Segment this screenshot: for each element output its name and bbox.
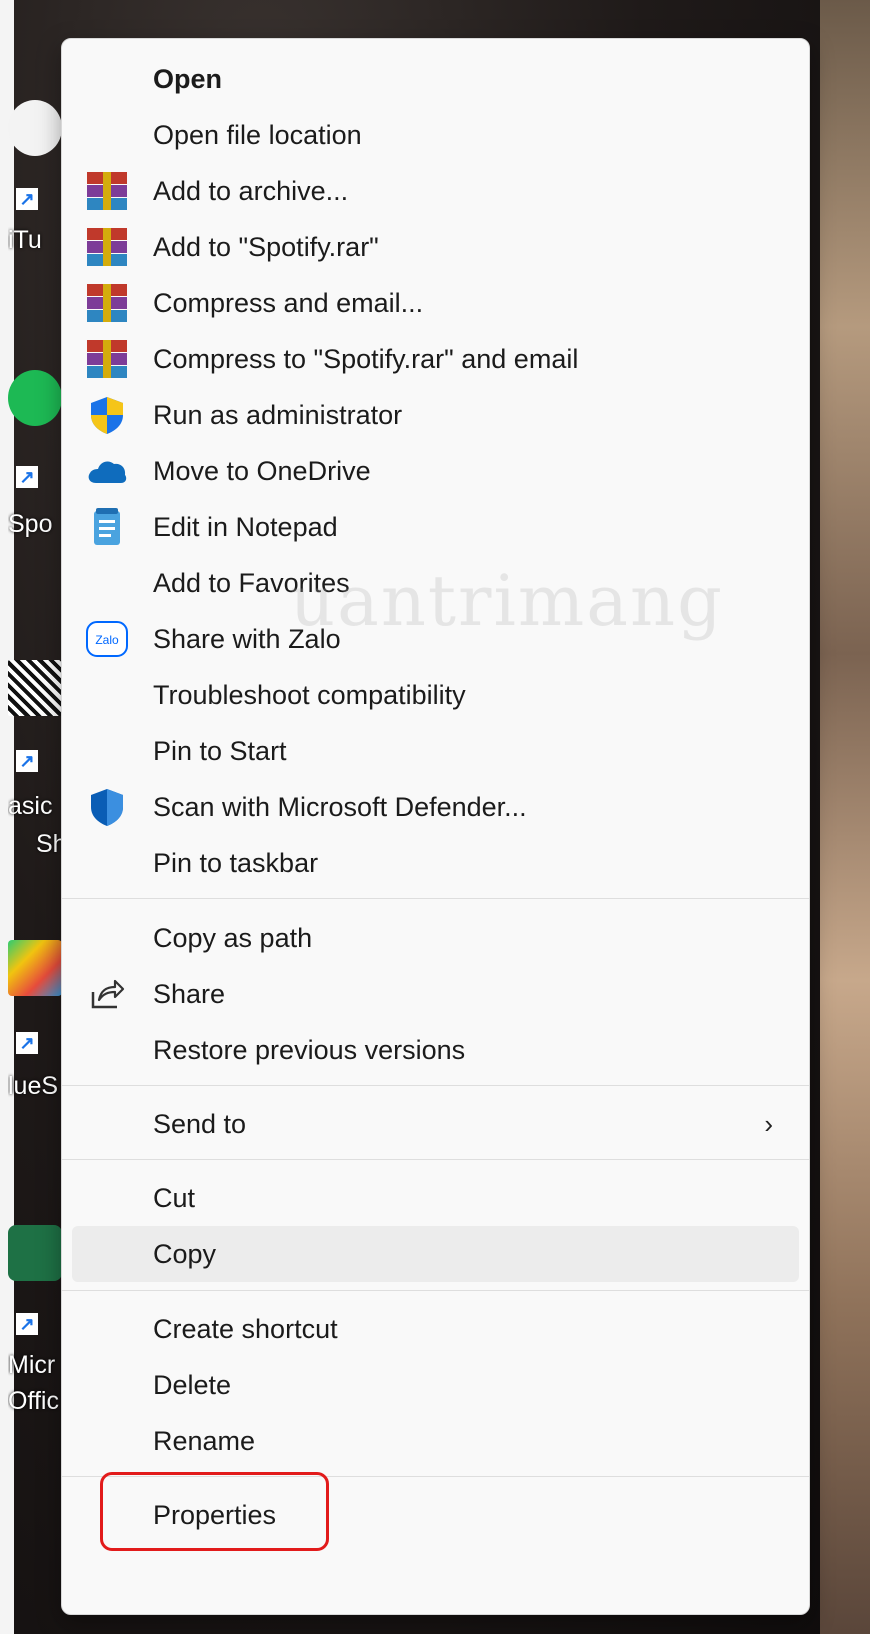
desktop-icon-label: Spo [8, 510, 53, 538]
winrar-icon [86, 282, 128, 324]
menu-item-open[interactable]: Open [72, 53, 799, 105]
properties-highlight-box [100, 1472, 329, 1551]
menu-item-scan-with-defender[interactable]: Scan with Microsoft Defender... [72, 781, 799, 833]
menu-item-add-to-archive[interactable]: Add to archive... [72, 165, 799, 217]
menu-item-edit-in-notepad[interactable]: Edit in Notepad [72, 501, 799, 553]
menu-item-pin-to-start[interactable]: Pin to Start [72, 725, 799, 777]
menu-item-run-as-administrator[interactable]: Run as administrator [72, 389, 799, 441]
desktop-icon-itunes[interactable]: ↗ iTu [8, 100, 64, 254]
menu-item-label: Compress to "Spotify.rar" and email [153, 343, 579, 374]
menu-item-label: Pin to Start [153, 735, 287, 766]
menu-item-create-shortcut[interactable]: Create shortcut [72, 1303, 799, 1355]
menu-item-restore-previous-versions[interactable]: Restore previous versions [72, 1024, 799, 1076]
desktop-wallpaper [820, 0, 870, 1634]
menu-item-cut[interactable]: Cut [72, 1172, 799, 1224]
desktop-icon-label: Micr [8, 1351, 56, 1379]
defender-icon [86, 786, 128, 828]
desktop-icon-spotify[interactable]: ↗ Spo [8, 370, 64, 538]
menu-item-label: Share [153, 978, 226, 1009]
menu-item-label: Troubleshoot compatibility [153, 679, 466, 710]
menu-item-copy[interactable]: Copy [72, 1226, 799, 1282]
menu-item-label: Edit in Notepad [153, 511, 338, 542]
menu-separator [62, 1290, 809, 1291]
menu-item-troubleshoot-compatibility[interactable]: Troubleshoot compatibility [72, 669, 799, 721]
spotify-icon [8, 370, 62, 426]
menu-item-rename[interactable]: Rename [72, 1415, 799, 1467]
menu-item-pin-to-taskbar[interactable]: Pin to taskbar [72, 837, 799, 889]
menu-item-label: Rename [153, 1425, 256, 1456]
menu-item-label: Send to [153, 1108, 247, 1139]
menu-item-label: Pin to taskbar [153, 847, 319, 878]
shortcut-arrow-icon: ↗ [16, 750, 38, 772]
svg-text:Zalo: Zalo [95, 633, 119, 647]
onedrive-icon [86, 450, 128, 492]
menu-separator [62, 1159, 809, 1160]
shortcut-arrow-icon: ↗ [16, 188, 38, 210]
menu-item-label: Delete [153, 1369, 232, 1400]
menu-item-label: Run as administrator [153, 399, 403, 430]
menu-item-label: Add to "Spotify.rar" [153, 231, 379, 262]
menu-item-label: Cut [153, 1182, 196, 1213]
menu-separator [62, 898, 809, 899]
desktop-icon-excel[interactable]: ↗ Micr Offic [8, 1225, 64, 1415]
menu-item-label: Scan with Microsoft Defender... [153, 791, 527, 822]
shortcut-arrow-icon: ↗ [16, 1313, 38, 1335]
share-icon [86, 973, 128, 1015]
qr-app-icon [8, 660, 62, 716]
menu-separator [62, 1085, 809, 1086]
winrar-icon [86, 338, 128, 380]
bluestacks-icon [8, 940, 62, 996]
winrar-icon [86, 226, 128, 268]
menu-item-label: Compress and email... [153, 287, 424, 318]
desktop-icon-qr[interactable]: ↗ asic Sh [8, 660, 67, 858]
menu-item-label: Open file location [153, 119, 362, 150]
menu-item-delete[interactable]: Delete [72, 1359, 799, 1411]
chevron-right-icon: › [764, 1108, 773, 1139]
menu-item-label: Open [153, 63, 223, 94]
menu-item-open-file-location[interactable]: Open file location [72, 109, 799, 161]
shortcut-arrow-icon: ↗ [16, 466, 38, 488]
menu-item-label: Add to archive... [153, 175, 349, 206]
desktop-icon-label: iTu [8, 226, 42, 254]
menu-item-add-to-spotify-rar[interactable]: Add to "Spotify.rar" [72, 221, 799, 273]
zalo-icon: Zalo [86, 618, 128, 660]
desktop-icon-label: lueS [8, 1072, 59, 1100]
menu-item-label: Move to OneDrive [153, 455, 371, 486]
desktop-icon-bluestacks[interactable]: ↗ lueS [8, 940, 64, 1100]
menu-item-copy-as-path[interactable]: Copy as path [72, 912, 799, 964]
menu-item-label: Copy [153, 1238, 217, 1269]
itunes-icon [8, 100, 62, 156]
menu-item-label: Copy as path [153, 922, 313, 953]
menu-item-share[interactable]: Share [72, 968, 799, 1020]
menu-item-label: Create shortcut [153, 1313, 338, 1344]
excel-icon [8, 1225, 62, 1281]
menu-item-compress-and-email[interactable]: Compress and email... [72, 277, 799, 329]
menu-item-move-to-onedrive[interactable]: Move to OneDrive [72, 445, 799, 497]
menu-item-send-to[interactable]: Send to › [72, 1098, 799, 1150]
winrar-icon [86, 170, 128, 212]
notepad-icon [86, 506, 128, 548]
desktop-icon-label-2: Offic [8, 1387, 59, 1415]
desktop-icon-label: asic [8, 792, 53, 820]
menu-item-label: Restore previous versions [153, 1034, 466, 1065]
watermark-text: uantrimang [290, 560, 724, 642]
menu-item-compress-to-rar-email[interactable]: Compress to "Spotify.rar" and email [72, 333, 799, 385]
context-menu: Open Open file location Add to archive..… [61, 38, 810, 1615]
shortcut-arrow-icon: ↗ [16, 1032, 38, 1054]
uac-shield-icon [86, 394, 128, 436]
